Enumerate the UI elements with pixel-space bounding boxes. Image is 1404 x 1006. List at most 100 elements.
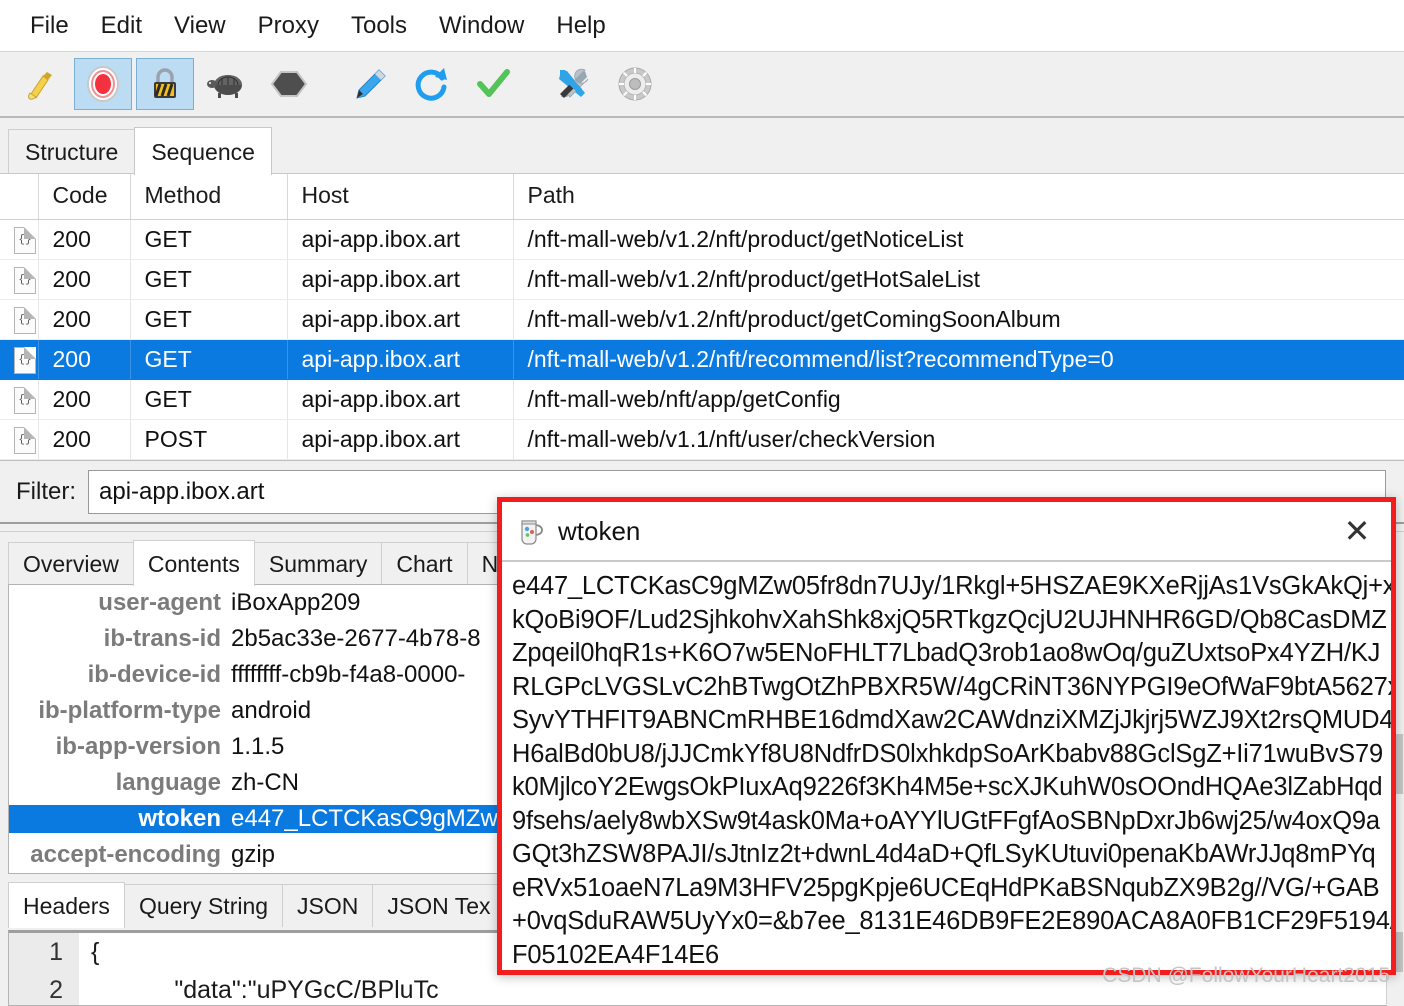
token-line: 9fsehs/aely8wbXSw9t4ask0Ma+oAYYlUGtFFgfA… [512, 806, 1380, 835]
token-line: eRVx51oaeN7La9M3HFV25pgKpje6UCEqHdPKaBSN… [512, 873, 1380, 902]
row-type-icon: {} [0, 219, 39, 260]
menu-item-edit[interactable]: Edit [85, 9, 158, 43]
table-row[interactable]: {} 200 GET api-app.ibox.art /nft-mall-we… [0, 219, 1404, 260]
tab-overview[interactable]: Overview [8, 542, 134, 585]
tab-structure[interactable]: Structure [8, 129, 136, 174]
cell-path: /nft-mall-web/v1.1/nft/user/checkVersion [513, 419, 1404, 460]
table-row[interactable]: {} 200 POST api-app.ibox.art /nft-mall-w… [0, 419, 1404, 460]
cell-method: GET [130, 339, 288, 380]
validate-button[interactable] [464, 58, 522, 110]
token-line: SyvYTHFIT9ABNCmRHBE16dmdXaw2CAWdnziXMZjJ… [512, 706, 1391, 734]
token-line: RLGPcLVGSLvC2hBTwgOtZhPBXR5W/4gCRiNT36NY… [512, 672, 1391, 701]
cell-path: /nft-mall-web/nft/app/getConfig [513, 379, 1404, 420]
tab-json[interactable]: JSON [282, 884, 374, 927]
menu-item-file[interactable]: File [14, 9, 85, 43]
java-cup-icon [521, 520, 543, 545]
cell-host: api-app.ibox.art [287, 219, 514, 260]
row-type-icon: {} [0, 259, 39, 300]
watermark: CSDN @FollowYourHeart2015 [1102, 964, 1390, 987]
json-document-icon: {} [14, 266, 36, 294]
validate-check-icon [477, 69, 510, 97]
token-line: H6alBd0bU8/jJJCmkYf8U8NdfrDS0lxhkdpSoArK… [512, 739, 1383, 768]
compose-button[interactable] [340, 58, 398, 110]
json-line-number: 2 [9, 971, 79, 1005]
cell-path: /nft-mall-web/v1.2/nft/product/getHotSal… [513, 259, 1404, 300]
menu-item-tools[interactable]: Tools [335, 9, 423, 43]
table-row[interactable]: {} 200 GET api-app.ibox.art /nft-mall-we… [0, 259, 1404, 300]
header-name: ib-app-version [55, 733, 221, 760]
menu-bar: File Edit View Proxy Tools Window Help [0, 0, 1404, 52]
tools-button[interactable] [544, 58, 602, 110]
cell-code: 200 [38, 219, 131, 260]
throttle-button[interactable] [198, 58, 256, 110]
settings-gear-icon [618, 67, 652, 101]
menu-item-view[interactable]: View [158, 9, 242, 43]
cell-code: 200 [38, 379, 131, 420]
column-header-code[interactable]: Code [38, 174, 131, 220]
row-type-icon: {} [0, 339, 39, 380]
json-line-number: 1 [9, 933, 79, 971]
header-name: wtoken [9, 805, 229, 833]
tab-query-string[interactable]: Query String [123, 884, 284, 927]
wtoken-popup-window: wtoken ✕ e447_LCTCKasC9gMZw05fr8dn7UJy/1… [497, 497, 1396, 975]
cell-code: 200 [38, 339, 131, 380]
row-type-icon: {} [0, 379, 39, 420]
record-button[interactable] [74, 58, 132, 110]
clear-button[interactable] [12, 58, 70, 110]
tools-wrench-icon [559, 68, 589, 98]
popup-token-body[interactable]: e447_LCTCKasC9gMZw05fr8dn7UJy/1Rkgl+5HSZ… [502, 562, 1391, 970]
json-document-icon: {} [14, 226, 36, 254]
cell-host: api-app.ibox.art [287, 299, 514, 340]
token-line: kQoBi9OF/Lud2SjhkohvXahShk8xjQ5RTkgzQcjU… [512, 605, 1387, 634]
tab-headers[interactable]: Headers [8, 882, 125, 928]
charles-proxy-window: File Edit View Proxy Tools Window Help S… [0, 0, 1404, 1006]
table-row-selected[interactable]: {} 200 GET api-app.ibox.art /nft-mall-we… [0, 339, 1404, 380]
breakpoints-button[interactable] [260, 58, 318, 110]
settings-button[interactable] [606, 58, 664, 110]
json-line-text: { [91, 937, 100, 966]
token-line: +0vqSduRAW5UyYx0=&b7ee_8131E46DB9FE2E890… [512, 907, 1391, 935]
menu-item-window[interactable]: Window [423, 9, 540, 43]
cell-method: GET [130, 259, 288, 300]
cell-code: 200 [38, 259, 131, 300]
header-name: ib-trans-id [103, 625, 221, 652]
ssl-lock-icon [154, 68, 176, 98]
column-header-method[interactable]: Method [130, 174, 288, 220]
token-line: k0MjlcoY2EwgsOkPIuxAq9226f3Kh4M5e+scXJKu… [512, 773, 1383, 801]
toolbar [0, 52, 1404, 118]
close-icon[interactable]: ✕ [1337, 515, 1377, 547]
tab-contents[interactable]: Contents [132, 540, 255, 586]
header-name: accept-encoding [30, 841, 221, 868]
table-header-row: Code Method Host Path [0, 174, 1404, 220]
main-tab-bar: Structure Sequence [0, 118, 1404, 175]
tab-json-text[interactable]: JSON Tex [372, 884, 506, 927]
column-header-path[interactable]: Path [513, 174, 1404, 220]
menu-item-proxy[interactable]: Proxy [242, 9, 335, 43]
repeat-button[interactable] [402, 58, 460, 110]
cell-path: /nft-mall-web/v1.2/nft/product/getNotice… [513, 219, 1404, 260]
filter-label: Filter: [16, 477, 76, 505]
request-list[interactable]: Code Method Host Path {} 200 GET api-app… [0, 173, 1404, 460]
header-name: ib-device-id [87, 661, 221, 688]
json-document-icon: {} [14, 386, 36, 414]
table-row[interactable]: {} 200 GET api-app.ibox.art /nft-mall-we… [0, 379, 1404, 420]
cell-code: 200 [38, 299, 131, 340]
token-line: e447_LCTCKasC9gMZw05fr8dn7UJy/1Rkgl+5HSZ… [512, 572, 1391, 600]
popup-title-bar: wtoken ✕ [502, 502, 1391, 562]
cell-code: 200 [38, 419, 131, 460]
breakpoints-hexagon-icon [270, 71, 308, 97]
ssl-proxying-button[interactable] [136, 58, 194, 110]
tab-chart[interactable]: Chart [381, 542, 468, 585]
json-document-icon: {} [14, 426, 36, 454]
table-row[interactable]: {} 200 GET api-app.ibox.art /nft-mall-we… [0, 299, 1404, 340]
tab-sequence[interactable]: Sequence [134, 127, 272, 175]
cell-host: api-app.ibox.art [287, 339, 514, 380]
json-document-icon: {} [14, 346, 36, 374]
json-document-icon: {} [14, 306, 36, 334]
menu-item-help[interactable]: Help [540, 9, 621, 43]
column-header-host[interactable]: Host [287, 174, 514, 220]
tab-summary[interactable]: Summary [253, 542, 383, 585]
cell-method: GET [130, 219, 288, 260]
column-header-gutter [0, 174, 39, 220]
compose-pen-icon [356, 69, 386, 99]
